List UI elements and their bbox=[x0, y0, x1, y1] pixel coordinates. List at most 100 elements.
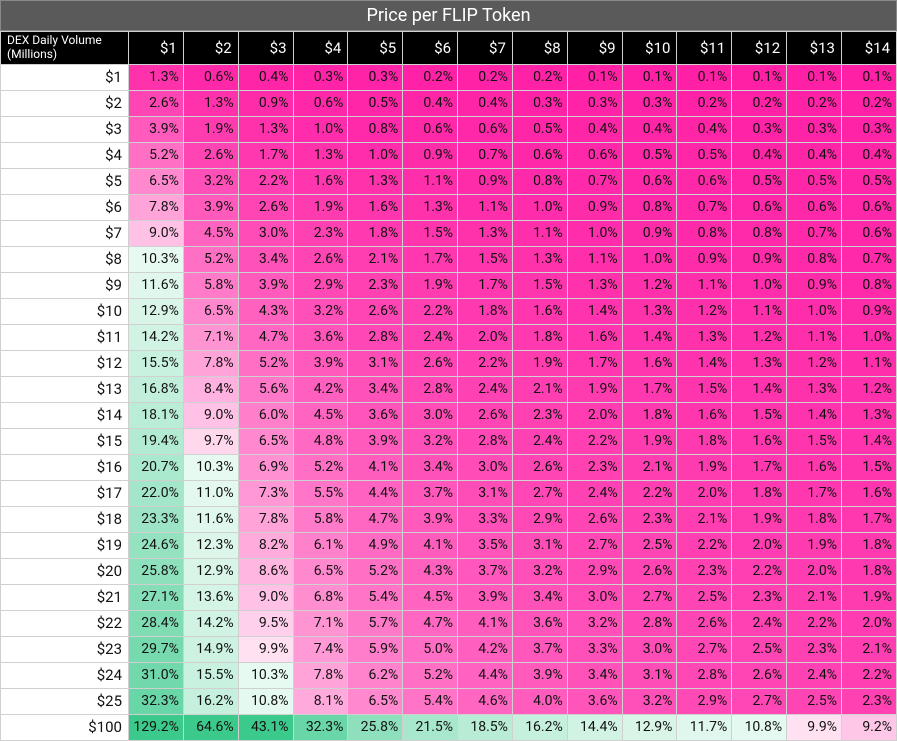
heatmap-cell: 1.3% bbox=[841, 402, 896, 428]
heatmap-cell: 1.1% bbox=[677, 272, 732, 298]
heatmap-cell: 1.9% bbox=[567, 376, 622, 402]
heatmap-cell: 9.0% bbox=[183, 402, 238, 428]
heatmap-cell: 7.8% bbox=[293, 662, 348, 688]
heatmap-cell: 28.4% bbox=[129, 610, 184, 636]
heatmap-cell: 0.1% bbox=[732, 64, 787, 90]
heatmap-cell: 2.0% bbox=[732, 532, 787, 558]
heatmap-cell: 2.0% bbox=[458, 324, 513, 350]
row-header: $11 bbox=[1, 324, 129, 350]
heatmap-cell: 0.6% bbox=[841, 194, 896, 220]
heatmap-cell: 0.3% bbox=[732, 116, 787, 142]
heatmap-cell: 8.2% bbox=[238, 532, 293, 558]
heatmap-cell: 25.8% bbox=[348, 714, 403, 740]
heatmap-cell: 0.5% bbox=[622, 142, 677, 168]
heatmap-cell: 2.3% bbox=[677, 558, 732, 584]
heatmap-cell: 1.7% bbox=[403, 246, 458, 272]
row-header: $6 bbox=[1, 194, 129, 220]
heatmap-cell: 0.3% bbox=[348, 64, 403, 90]
heatmap-cell: 0.9% bbox=[567, 194, 622, 220]
col-header: $4 bbox=[293, 32, 348, 65]
heatmap-cell: 3.0% bbox=[622, 636, 677, 662]
heatmap-cell: 10.3% bbox=[129, 246, 184, 272]
heatmap-cell: 21.5% bbox=[403, 714, 458, 740]
row-header: $5 bbox=[1, 168, 129, 194]
heatmap-cell: 0.5% bbox=[841, 168, 896, 194]
heatmap-cell: 2.2% bbox=[622, 480, 677, 506]
heatmap-cell: 4.8% bbox=[293, 428, 348, 454]
heatmap-cell: 4.7% bbox=[348, 506, 403, 532]
heatmap-cell: 3.4% bbox=[512, 584, 567, 610]
heatmap-cell: 0.8% bbox=[512, 168, 567, 194]
heatmap-cell: 7.8% bbox=[183, 350, 238, 376]
heatmap-cell: 3.7% bbox=[458, 558, 513, 584]
heatmap-cell: 1.8% bbox=[732, 480, 787, 506]
heatmap-cell: 1.8% bbox=[512, 324, 567, 350]
heatmap-cell: 10.8% bbox=[732, 714, 787, 740]
heatmap-cell: 4.7% bbox=[403, 610, 458, 636]
heatmap-cell: 0.9% bbox=[677, 246, 732, 272]
heatmap-cell: 1.6% bbox=[567, 324, 622, 350]
heatmap-cell: 32.3% bbox=[129, 688, 184, 714]
heatmap-cell: 5.9% bbox=[348, 636, 403, 662]
heatmap-cell: 12.9% bbox=[622, 714, 677, 740]
heatmap-cell: 1.9% bbox=[403, 272, 458, 298]
heatmap-cell: 2.8% bbox=[348, 324, 403, 350]
heatmap-cell: 0.9% bbox=[787, 272, 842, 298]
heatmap-cell: 2.3% bbox=[348, 272, 403, 298]
heatmap-cell: 1.3% bbox=[677, 324, 732, 350]
heatmap-cell: 1.8% bbox=[677, 428, 732, 454]
heatmap-cell: 2.8% bbox=[622, 610, 677, 636]
heatmap-cell: 0.2% bbox=[732, 90, 787, 116]
heatmap-cell: 11.6% bbox=[129, 272, 184, 298]
heatmap-cell: 2.9% bbox=[677, 688, 732, 714]
heatmap-cell: 1.0% bbox=[787, 298, 842, 324]
heatmap-cell: 1.4% bbox=[622, 324, 677, 350]
heatmap-cell: 0.5% bbox=[732, 168, 787, 194]
heatmap-cell: 1.2% bbox=[841, 376, 896, 402]
heatmap-cell: 3.6% bbox=[293, 324, 348, 350]
heatmap-cell: 0.4% bbox=[787, 142, 842, 168]
heatmap-cell: 0.4% bbox=[841, 142, 896, 168]
heatmap-cell: 0.4% bbox=[458, 90, 513, 116]
heatmap-cell: 0.2% bbox=[403, 64, 458, 90]
heatmap-cell: 0.6% bbox=[458, 116, 513, 142]
heatmap-cell: 2.6% bbox=[622, 558, 677, 584]
heatmap-cell: 1.8% bbox=[622, 402, 677, 428]
heatmap-cell: 1.5% bbox=[403, 220, 458, 246]
heatmap-cell: 1.3% bbox=[732, 350, 787, 376]
heatmap-cell: 6.9% bbox=[238, 454, 293, 480]
heatmap-cell: 6.8% bbox=[293, 584, 348, 610]
heatmap-cell: 1.9% bbox=[677, 454, 732, 480]
heatmap-cell: 3.1% bbox=[458, 480, 513, 506]
heatmap-cell: 5.6% bbox=[238, 376, 293, 402]
heatmap-cell: 3.9% bbox=[512, 662, 567, 688]
heatmap-cell: 19.4% bbox=[129, 428, 184, 454]
heatmap-cell: 9.5% bbox=[238, 610, 293, 636]
heatmap-cell: 0.1% bbox=[622, 64, 677, 90]
heatmap-cell: 0.2% bbox=[787, 90, 842, 116]
heatmap-cell: 6.5% bbox=[293, 558, 348, 584]
heatmap-cell: 0.9% bbox=[732, 246, 787, 272]
heatmap-cell: 4.2% bbox=[458, 636, 513, 662]
heatmap-cell: 0.4% bbox=[567, 116, 622, 142]
heatmap-cell: 2.7% bbox=[567, 532, 622, 558]
heatmap-cell: 14.4% bbox=[567, 714, 622, 740]
heatmap-cell: 2.3% bbox=[841, 688, 896, 714]
heatmap-cell: 2.8% bbox=[677, 662, 732, 688]
heatmap-cell: 2.2% bbox=[567, 428, 622, 454]
heatmap-cell: 14.9% bbox=[183, 636, 238, 662]
heatmap-cell: 0.7% bbox=[787, 220, 842, 246]
heatmap-cell: 2.6% bbox=[129, 90, 184, 116]
heatmap-cell: 1.0% bbox=[841, 324, 896, 350]
heatmap-cell: 2.6% bbox=[458, 402, 513, 428]
heatmap-cell: 4.3% bbox=[238, 298, 293, 324]
heatmap-cell: 0.6% bbox=[841, 220, 896, 246]
heatmap-cell: 0.9% bbox=[841, 298, 896, 324]
heatmap-cell: 2.3% bbox=[622, 506, 677, 532]
heatmap-cell: 2.6% bbox=[403, 350, 458, 376]
heatmap-cell: 3.1% bbox=[512, 532, 567, 558]
row-header: $14 bbox=[1, 402, 129, 428]
heatmap-cell: 2.6% bbox=[732, 662, 787, 688]
col-header: $5 bbox=[348, 32, 403, 65]
heatmap-cell: 1.0% bbox=[348, 142, 403, 168]
